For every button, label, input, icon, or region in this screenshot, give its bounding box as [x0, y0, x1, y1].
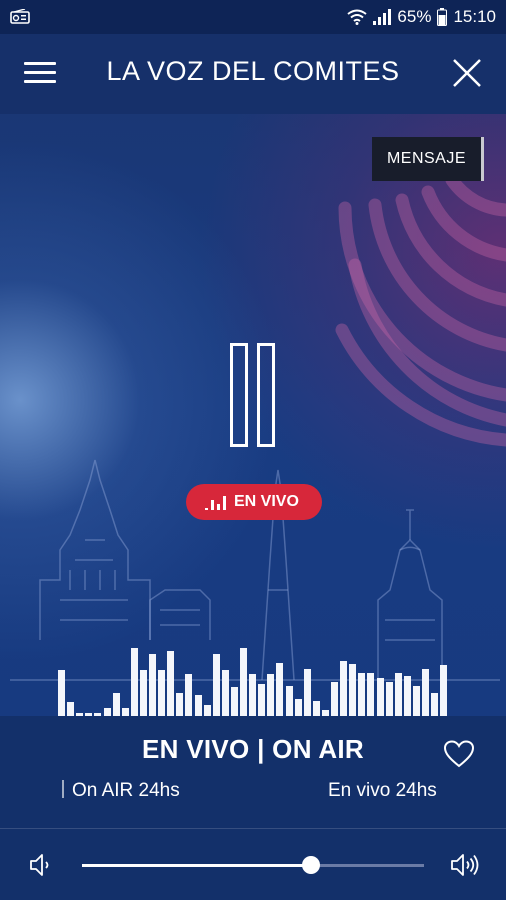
equalizer-bar [285, 686, 293, 716]
equalizer-bar [158, 670, 166, 716]
equalizer-bar [176, 693, 184, 716]
equalizer-bar [203, 705, 211, 716]
equalizer-bar [230, 687, 238, 716]
status-bar: 65% 15:10 [0, 0, 506, 34]
ticker-separator [62, 780, 64, 798]
equalizer-bar [312, 701, 320, 716]
battery-percent: 65% [397, 7, 432, 26]
now-playing-title: EN VIVO | ON AIR [141, 734, 365, 764]
clock: 15:10 [453, 7, 496, 26]
pause-icon-bar [257, 343, 275, 447]
equalizer-bar [376, 678, 384, 716]
equalizer-bar [212, 654, 220, 716]
radio-player-screen: 65% 15:10 LA VOZ DEL COMITES MENSAJE EN … [0, 0, 506, 900]
equalizer-bar [121, 708, 129, 716]
equalizer-bar [385, 682, 393, 716]
equalizer-bar [130, 648, 138, 716]
live-badge-label: EN VIVO [234, 493, 299, 510]
equalizer-bar [276, 663, 284, 716]
volume-fill [82, 864, 312, 867]
equalizer-bar [349, 664, 357, 716]
equalizer-bar [394, 673, 402, 716]
equalizer-bar [103, 708, 111, 716]
wifi-icon [347, 9, 368, 25]
equalizer-bar [185, 674, 193, 716]
equalizer-bar [67, 702, 75, 716]
app-bar: LA VOZ DEL COMITES [0, 34, 506, 114]
pause-icon-bar [230, 343, 248, 447]
ticker: On AIR 24hs En vivo 24hs [62, 778, 452, 804]
battery-icon [437, 8, 448, 26]
equalizer-bar [194, 695, 202, 716]
volume-low-icon[interactable] [28, 852, 54, 878]
equalizer-bar [249, 674, 257, 716]
ticker-text: On AIR 24hs [72, 780, 180, 801]
equalizer-bar [221, 670, 229, 716]
equalizer-bar [267, 674, 275, 716]
radio-icon [10, 9, 30, 24]
audio-equalizer [58, 640, 450, 716]
equalizer-bar [440, 665, 448, 716]
app-title: LA VOZ DEL COMITES [106, 56, 400, 86]
equalizer-bar [149, 654, 156, 716]
equalizer-bar [358, 673, 366, 716]
equalizer-bar [403, 676, 411, 716]
equalizer-bar [412, 686, 420, 716]
divider [0, 828, 506, 829]
close-icon[interactable] [450, 56, 484, 90]
equalizer-bar [112, 693, 120, 716]
equalizer-bar [240, 648, 247, 716]
equalizer-bar [367, 673, 375, 716]
equalizer-bar [431, 693, 439, 716]
ticker-text: En vivo 24hs [328, 780, 437, 801]
live-bars-icon [205, 496, 226, 510]
signal-icon [373, 9, 392, 25]
equalizer-bar [331, 682, 338, 716]
status-indicators: 65% 15:10 [347, 7, 496, 27]
equalizer-bar [340, 661, 348, 716]
mensaje-button[interactable]: MENSAJE [372, 137, 484, 181]
equalizer-bar [139, 670, 147, 716]
equalizer-bar [303, 669, 311, 716]
equalizer-bar [167, 651, 175, 716]
volume-knob[interactable] [302, 856, 321, 874]
equalizer-bar [258, 684, 266, 716]
equalizer-bar [58, 670, 65, 716]
equalizer-bar [294, 699, 302, 716]
pause-button[interactable] [230, 343, 278, 447]
volume-slider[interactable] [82, 856, 424, 874]
volume-high-icon[interactable] [450, 852, 480, 878]
heart-icon[interactable] [444, 740, 474, 768]
now-playing-panel: EN VIVO | ON AIR On AIR 24hs En vivo 24h… [0, 716, 506, 900]
equalizer-bar [422, 669, 429, 716]
live-badge: EN VIVO [186, 484, 322, 520]
